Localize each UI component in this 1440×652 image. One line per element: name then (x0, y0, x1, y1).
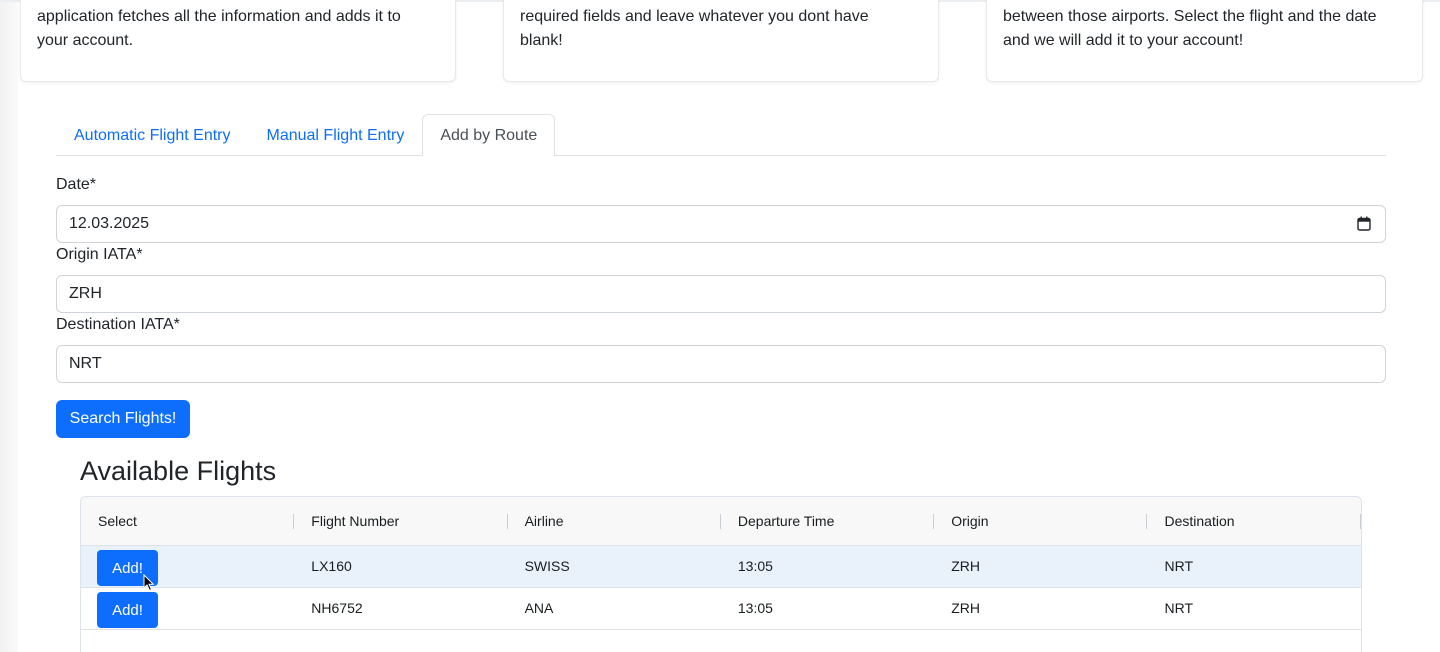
column-header-flight-number[interactable]: Flight Number (294, 497, 508, 546)
column-header-airline[interactable]: Airline (508, 497, 721, 546)
flight-entry-tabs: Automatic Flight Entry Manual Flight Ent… (56, 114, 1386, 157)
mouse-cursor-icon (143, 574, 155, 592)
date-label: Date* (56, 176, 97, 193)
info-card-automatic: application fetches all the information … (20, 0, 456, 82)
departure-time-cell: 13:05 (737, 600, 773, 616)
info-card-manual: required fields and leave whatever you d… (503, 0, 939, 82)
flight-number-cell: NH6752 (311, 600, 363, 616)
destination-iata-field[interactable]: NRT (56, 345, 1386, 383)
flights-table: Select Flight Number Airline Departure T… (80, 496, 1362, 652)
origin-iata-field[interactable]: ZRH (56, 275, 1386, 313)
origin-iata-label: Origin IATA* (56, 246, 143, 263)
table-row[interactable]: Add! NH6752 ANA 13:05 ZRH NRT (81, 588, 1361, 630)
select-cell: Add! (81, 588, 294, 629)
date-field[interactable]: 12.03.2025 (56, 205, 1386, 243)
column-header-select[interactable]: Select (81, 497, 295, 546)
info-card-text: between those airports. Select the fligh… (1003, 8, 1377, 49)
available-flights-title: Available Flights (80, 456, 277, 486)
info-card-text: required fields and leave whatever you d… (520, 8, 869, 49)
airline-cell: ANA (524, 600, 554, 616)
select-cell: Add! (81, 546, 294, 587)
destination-iata-label: Destination IATA* (56, 316, 180, 333)
table-row[interactable]: Add! LX160 SWISS 13:05 ZRH NRT (81, 546, 1361, 588)
calendar-icon[interactable] (1357, 216, 1371, 231)
info-card-text: application fetches all the information … (37, 8, 401, 49)
column-header-origin[interactable]: Origin (934, 497, 1148, 546)
departure-time-cell: 13:05 (737, 558, 773, 574)
flight-number-cell: LX160 (311, 558, 352, 574)
tab-manual-flight-entry[interactable]: Manual Flight Entry (249, 114, 423, 156)
origin-cell: ZRH (951, 600, 980, 616)
table-header: Select Flight Number Airline Departure T… (81, 497, 1361, 546)
tab-add-by-route[interactable]: Add by Route (422, 114, 556, 157)
date-value: 12.03.2025 (69, 215, 150, 232)
destination-cell: NRT (1164, 600, 1194, 616)
origin-cell: ZRH (951, 558, 980, 574)
page-left-edge (0, 0, 18, 652)
origin-iata-value: ZRH (69, 285, 102, 302)
info-card-route: between those airports. Select the fligh… (986, 0, 1423, 82)
destination-cell: NRT (1164, 558, 1194, 574)
airline-cell: SWISS (524, 558, 570, 574)
column-header-departure-time[interactable]: Departure Time (721, 497, 935, 546)
column-header-destination[interactable]: Destination (1147, 497, 1361, 546)
add-flight-button[interactable]: Add! (97, 592, 158, 628)
destination-iata-value: NRT (69, 355, 102, 372)
search-flights-button[interactable]: Search Flights! (56, 400, 190, 438)
tab-automatic-flight-entry[interactable]: Automatic Flight Entry (56, 114, 249, 156)
